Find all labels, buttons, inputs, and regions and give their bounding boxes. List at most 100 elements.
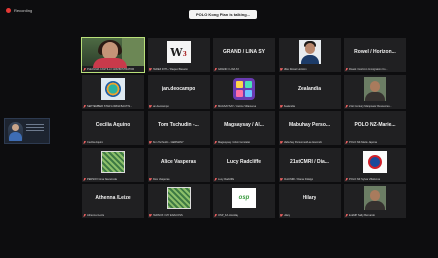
participant-name-tag: 21st Century Manpower Resources... [345, 104, 392, 108]
participant-display-name: Zealandia [297, 85, 322, 92]
recording-indicator[interactable]: Recording [6, 8, 32, 13]
participant-name-tag: Rowel / Horizon Immigration Co... [345, 68, 388, 71]
participant-tile[interactable]: POLO NZ-Marie... POLO NZ-Marie Japona [344, 111, 406, 145]
participant-tile[interactable]: jan.deocampo jan.deocampo [147, 74, 210, 109]
participant-name-tag: Alice Vasperas [149, 177, 170, 181]
agency-logo [363, 150, 387, 173]
mic-muted-icon [83, 214, 86, 217]
participant-tile-body [344, 184, 406, 212]
participant-tile-body: Rowel / Horizon... [344, 38, 406, 66]
participant-tile-body [82, 75, 144, 103]
organization-seal-icon [101, 77, 125, 100]
mic-muted-icon [345, 177, 348, 181]
meeting-top-bar: Recording POLO Kong Plan is talking... [0, 0, 438, 22]
participant-tile-body: Zealandia [279, 75, 341, 103]
mic-muted-icon [345, 68, 348, 71]
participant-name-label: OSP_KA Honiday [218, 214, 239, 217]
participant-tile[interactable]: SEPTEMBER STAR LORNA BAUTIS... [82, 74, 144, 109]
participant-tile[interactable]: Rowel / Horizon... Rowel / Horizon Immigr… [344, 38, 406, 72]
participant-tile-body [148, 184, 210, 212]
participant-name-tag: Mabuhay Personnel/Lee Escondo [280, 141, 322, 144]
mic-muted-icon [280, 177, 283, 181]
participant-display-name: Tom Tschudin -... [158, 122, 199, 128]
participant-tile[interactable]: PERSOX / MY ENACOSS [147, 184, 210, 218]
participant-tile-body [213, 75, 275, 103]
participant-tile-body [82, 38, 144, 66]
mic-muted-icon [83, 104, 86, 108]
recording-label: Recording [14, 8, 33, 13]
participant-tile-body [279, 38, 341, 66]
self-view-tile[interactable] [4, 118, 50, 144]
participant-tile[interactable]: Zealandia Zealandia [278, 74, 341, 109]
participant-name-label: SEPTEMBER STAR LORNA BAUTIS... [87, 104, 133, 108]
participant-name-tag: E-EMP Sally Bernardo [345, 214, 375, 217]
participant-tile[interactable]: Magsaysay / Al... Magsaysay / Alvin Gonza… [213, 111, 275, 145]
mic-muted-icon [214, 177, 217, 181]
mic-muted-icon [345, 141, 348, 144]
participant-tile-body: Cecilia Aquino [82, 111, 144, 139]
participant-tile[interactable]: PERSOX Gina Nevarreda [82, 147, 144, 182]
mic-muted-icon [149, 104, 152, 108]
participant-tile[interactable]: W3 PEREZ INT'L / Raquel Besario [147, 38, 210, 72]
mic-muted-icon [214, 104, 217, 108]
mic-muted-icon [280, 68, 283, 71]
participant-tile-body: Tom Tschudin -... [148, 111, 210, 139]
participant-name-label: Cecilia Aquino [87, 141, 104, 144]
participant-name-label: Rowel / Horizon Immigration Co... [349, 68, 388, 71]
participant-tile-body: Hilary [279, 184, 341, 212]
mic-muted-icon [149, 68, 152, 71]
self-video-avatar [8, 122, 23, 141]
participant-name-tag: jan.deocampo [149, 104, 169, 108]
participant-tile[interactable]: POLO NZ Sylvia Villafenna [344, 147, 406, 182]
participant-display-name: GRAND / LINA SY [222, 49, 266, 55]
participant-display-name: 21stCMRI / Dia... [290, 158, 329, 165]
participant-name-label: MAGSAYSAY / Janine Villanueva [218, 104, 257, 108]
participant-name-label: Zealandia [283, 104, 295, 108]
participant-name-tag: Tom Tschudin - GERMANY [149, 141, 184, 144]
participant-name-tag: 21stCMRI / Diana Fidalgo [280, 177, 313, 181]
participant-name-tag: Athenna /Leize [83, 214, 104, 217]
participant-tile[interactable]: Lucy Radcliffe Lucy Radcliffe [213, 147, 275, 182]
company-logo: W3 [166, 41, 191, 63]
participant-name-tag: PEREZ INT'L / Raquel Besario [149, 68, 188, 71]
participant-tile[interactable]: Tom Tschudin -... Tom Tschudin - GERMANY [147, 111, 210, 145]
participant-display-name: Rowel / Horizon... [354, 49, 396, 55]
participant-tile-body: jan.deocampo [148, 75, 210, 103]
participant-tile[interactable]: Athenna /Leize Athenna /Leize [82, 184, 144, 218]
participant-tile[interactable]: GRAND / LINA SY GRAND / LINA SY [213, 38, 275, 72]
participant-tile[interactable]: 21stCMRI / Dia... 21stCMRI / Diana Fidalg… [278, 147, 341, 182]
participant-name-tag: OSP_KA Honiday [214, 214, 238, 217]
mic-muted-icon [280, 214, 283, 217]
profile-photo [364, 76, 386, 101]
participant-name-label: 21st Century Manpower Resources... [349, 104, 392, 108]
participant-tile[interactable]: Hilary Hilary [278, 184, 341, 218]
participant-tile[interactable]: Mike Rowel Horizon [278, 38, 341, 72]
participant-display-name: Hilary [302, 195, 317, 201]
participant-tile-body: W3 [148, 38, 210, 66]
participant-tile[interactable]: 21st Century Manpower Resources... [344, 74, 406, 109]
mic-muted-icon [280, 104, 283, 108]
app-grid-icon [233, 77, 255, 100]
participant-name-tag: Lucy Radcliffe [214, 177, 234, 181]
mic-muted-icon [214, 68, 217, 71]
participant-name-label: PEREZ INT'L / Raquel Besario [152, 68, 188, 71]
participant-tile[interactable]: Mabuhay Perso... Mabuhay Personnel/Lee Es… [278, 111, 341, 145]
participant-tile[interactable]: MAGSAYSAY / Janine Villanueva [213, 74, 275, 109]
participant-name-tag: PERSOX Gina Nevarreda [83, 177, 117, 181]
participant-tile[interactable]: Cecilia Aquino Cecilia Aquino [82, 111, 144, 145]
participant-tile[interactable]: E-EMP Sally Bernardo [344, 184, 406, 218]
participant-name-label: Mike Rowel Horizon [283, 68, 307, 71]
mic-muted-icon [214, 141, 217, 144]
participant-name-label: PERSOX Gina Nevarreda [87, 177, 117, 181]
participant-tile-body: Alice Vasperas [148, 148, 210, 176]
participant-tile-body [82, 148, 144, 176]
mic-muted-icon [149, 177, 152, 181]
participant-tile-body: GRAND / LINA SY [213, 38, 275, 66]
participant-name-label: Magsaysay / Alvin Gonzalez [218, 141, 251, 144]
mic-muted-icon [149, 214, 152, 217]
participant-tile[interactable]: osp OSP_KA Honiday [213, 184, 275, 218]
participant-name-label: PERSOX / MY ENACOSS [152, 214, 183, 217]
participant-tile[interactable]: PLEOLMA CASTILLO ADMINISTRATOR [81, 37, 145, 73]
participant-name-label: E-EMP Sally Bernardo [349, 214, 375, 217]
participant-tile[interactable]: Alice Vasperas Alice Vasperas [147, 147, 210, 182]
